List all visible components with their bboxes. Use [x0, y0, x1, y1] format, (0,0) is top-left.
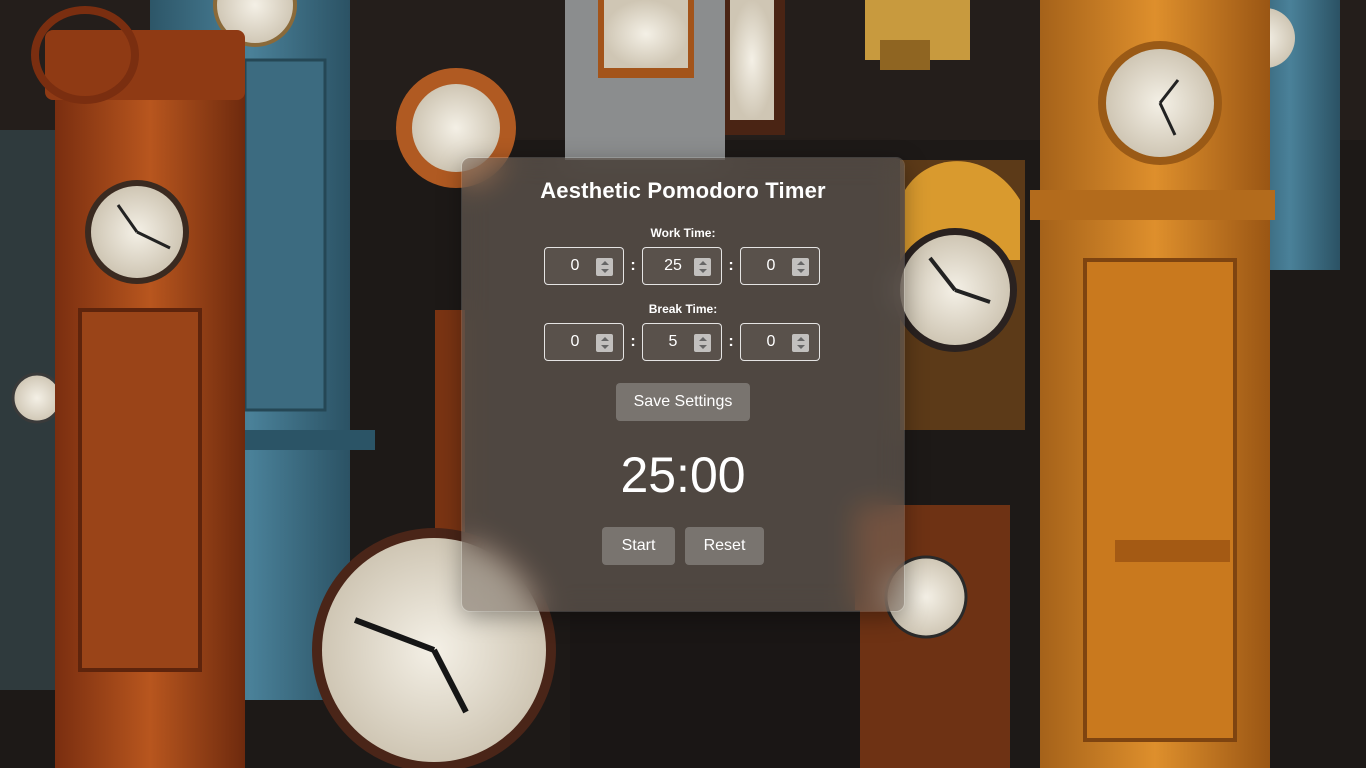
work-seconds-spinner[interactable] — [792, 258, 809, 276]
reset-button[interactable]: Reset — [685, 527, 764, 565]
timer-display: 25:00 — [620, 447, 746, 503]
time-separator: : — [728, 333, 734, 350]
work-hours-spinner[interactable] — [596, 258, 613, 276]
pomodoro-panel: Aesthetic Pomodoro Timer Work Time: 0 : … — [462, 158, 904, 611]
break-time-label: Break Time: — [648, 302, 718, 316]
work-hours-input[interactable]: 0 — [544, 247, 624, 285]
spin-down-icon[interactable] — [600, 345, 609, 349]
app-title: Aesthetic Pomodoro Timer — [540, 178, 826, 203]
spin-down-icon[interactable] — [600, 269, 609, 273]
break-hours-spinner[interactable] — [596, 334, 613, 352]
start-button[interactable]: Start — [602, 527, 675, 565]
spin-down-icon[interactable] — [796, 269, 805, 273]
time-separator: : — [728, 257, 734, 274]
work-time-label: Work Time: — [650, 226, 716, 240]
spin-up-icon[interactable] — [796, 261, 805, 265]
work-minutes-spinner[interactable] — [694, 258, 711, 276]
spin-up-icon[interactable] — [698, 337, 707, 341]
spin-up-icon[interactable] — [698, 261, 707, 265]
spin-down-icon[interactable] — [698, 269, 707, 273]
work-minutes-input[interactable]: 25 — [642, 247, 722, 285]
spin-down-icon[interactable] — [698, 345, 707, 349]
spin-up-icon[interactable] — [600, 337, 609, 341]
time-separator: : — [630, 257, 636, 274]
spin-up-icon[interactable] — [796, 337, 805, 341]
spin-up-icon[interactable] — [600, 261, 609, 265]
break-seconds-input[interactable]: 0 — [740, 323, 820, 361]
work-seconds-input[interactable]: 0 — [740, 247, 820, 285]
break-seconds-spinner[interactable] — [792, 334, 809, 352]
break-minutes-input[interactable]: 5 — [642, 323, 722, 361]
break-time-inputs: 0 : 5 : 0 — [544, 322, 822, 362]
work-time-inputs: 0 : 25 : 0 — [544, 246, 822, 286]
save-settings-button[interactable]: Save Settings — [616, 383, 750, 421]
spin-down-icon[interactable] — [796, 345, 805, 349]
break-minutes-spinner[interactable] — [694, 334, 711, 352]
break-hours-input[interactable]: 0 — [544, 323, 624, 361]
time-separator: : — [630, 333, 636, 350]
